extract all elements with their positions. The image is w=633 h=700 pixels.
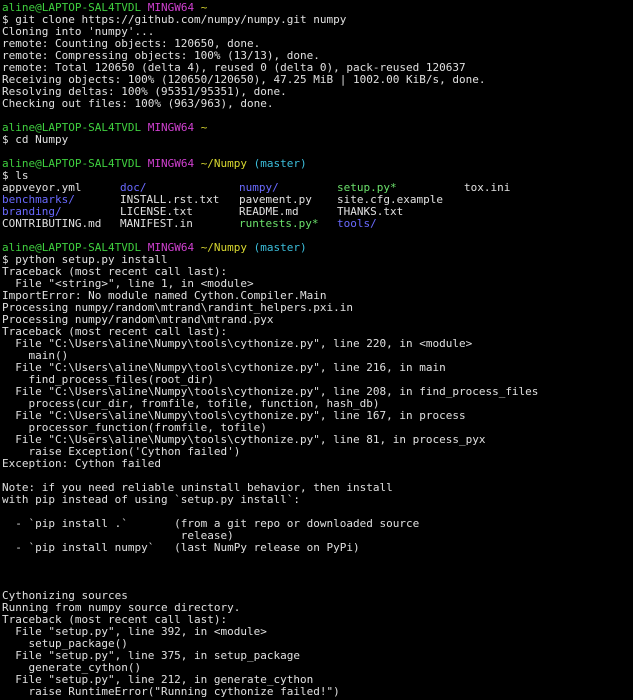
output-line: find_process_files(root_dir) xyxy=(2,374,214,386)
output-line: main() xyxy=(2,350,69,362)
prompt-shell: MINGW64 xyxy=(147,158,195,170)
output-line: Traceback (most recent call last): xyxy=(2,266,228,278)
command-line: $ cd Numpy xyxy=(2,134,633,146)
output-line: Resolving deltas: 100% (95351/95351), do… xyxy=(2,86,287,98)
output-line: File "setup.py", line 392, in <module> xyxy=(2,626,267,638)
output-line: File "C:\Users\aline\Numpy\tools\cythoni… xyxy=(2,386,539,398)
prompt-path: ~/Numpy xyxy=(200,242,248,254)
prompt-user-host: aline@LAPTOP-SAL4TVDL xyxy=(2,158,142,170)
terminal-window[interactable]: aline@LAPTOP-SAL4TVDL MINGW64 ~ $ git cl… xyxy=(0,0,633,700)
prompt-shell: MINGW64 xyxy=(147,242,195,254)
install-output: Traceback (most recent call last): File … xyxy=(2,266,633,698)
output-line: with pip instead of using `setup.py inst… xyxy=(2,494,301,506)
prompt-symbol: $ xyxy=(2,134,9,146)
output-line: Traceback (most recent call last): xyxy=(2,614,228,626)
command-line: $ python setup.py install xyxy=(2,254,633,266)
output-line: File "C:\Users\aline\Numpy\tools\cythoni… xyxy=(2,410,466,422)
output-line: setup_package() xyxy=(2,638,128,650)
output-line: File "setup.py", line 212, in generate_c… xyxy=(2,674,314,686)
prompt-path: ~ xyxy=(200,122,208,134)
ls-directory: tools/ xyxy=(337,217,377,230)
output-line: - `pip install .` (from a git repo or do… xyxy=(2,518,420,530)
output-line: File "<string>", line 1, in <module> xyxy=(2,278,254,290)
output-line: remote: Total 120650 (delta 4), reused 0… xyxy=(2,62,466,74)
output-line: File "setup.py", line 375, in setup_pack… xyxy=(2,650,301,662)
output-line: Running from numpy source directory. xyxy=(2,602,241,614)
prompt-branch: (master) xyxy=(253,242,307,254)
command-line: $ git clone https://github.com/numpy/num… xyxy=(2,14,633,26)
terminal-output: aline@LAPTOP-SAL4TVDL MINGW64 ~ $ git cl… xyxy=(2,2,633,698)
prompt-path: ~/Numpy xyxy=(200,158,248,170)
output-line: raise RuntimeError("Running cythonize fa… xyxy=(2,686,340,698)
prompt-user-host: aline@LAPTOP-SAL4TVDL xyxy=(2,122,142,134)
output-line: File "C:\Users\aline\Numpy\tools\cythoni… xyxy=(2,362,446,374)
output-line: Exception: Cython failed xyxy=(2,458,161,470)
prompt-branch: (master) xyxy=(253,158,307,170)
ls-file: MANIFEST.in xyxy=(120,217,193,230)
output-line: Processing numpy/random\mtrand\randint_h… xyxy=(2,302,353,314)
command-text: cd Numpy xyxy=(15,134,69,146)
output-line: Cythonizing sources xyxy=(2,590,128,602)
output-line: Traceback (most recent call last): xyxy=(2,326,228,338)
ls-row: CONTRIBUTING.md MANIFEST.in runtests.py*… xyxy=(2,218,633,230)
output-line: release) xyxy=(2,530,234,542)
prompt-line: aline@LAPTOP-SAL4TVDL MINGW64 ~ xyxy=(2,2,633,14)
prompt-path: ~ xyxy=(200,2,208,14)
ls-row: benchmarks/ INSTALL.rst.txt pavement.py … xyxy=(2,194,633,206)
output-line: generate_cython() xyxy=(2,662,142,674)
output-line: Checking out files: 100% (963/963), done… xyxy=(2,98,274,110)
output-line: Receiving objects: 100% (120650/120650),… xyxy=(2,74,486,86)
prompt-shell: MINGW64 xyxy=(147,122,195,134)
ls-file: tox.ini xyxy=(464,181,511,194)
output-line: File "C:\Users\aline\Numpy\tools\cythoni… xyxy=(2,434,486,446)
output-line: File "C:\Users\aline\Numpy\tools\cythoni… xyxy=(2,338,473,350)
ls-file: CONTRIBUTING.md xyxy=(2,217,102,230)
output-line: remote: Counting objects: 120650, done. xyxy=(2,38,261,50)
command-text: git clone https://github.com/numpy/numpy… xyxy=(15,14,347,26)
prompt-symbol: $ xyxy=(2,14,9,26)
command-line: $ ls xyxy=(2,170,633,182)
output-line: ImportError: No module named Cython.Comp… xyxy=(2,290,327,302)
output-line: Note: if you need reliable uninstall beh… xyxy=(2,482,393,494)
output-line: processor_function(fromfile, tofile) xyxy=(2,422,267,434)
output-line: Cloning into 'numpy'... xyxy=(2,26,155,38)
output-line: - `pip install numpy` (last NumPy releas… xyxy=(2,542,360,554)
output-line: process(cur_dir, fromfile, tofile, funct… xyxy=(2,398,380,410)
prompt-shell: MINGW64 xyxy=(147,2,195,14)
ls-row: appveyor.yml doc/ numpy/ setup.py* tox.i… xyxy=(2,182,633,194)
prompt-line: aline@LAPTOP-SAL4TVDL MINGW64 ~/Numpy (m… xyxy=(2,242,633,254)
output-line: Processing numpy/random\mtrand\mtrand.py… xyxy=(2,314,274,326)
ls-executable: runtests.py* xyxy=(239,217,319,230)
prompt-line: aline@LAPTOP-SAL4TVDL MINGW64 ~ xyxy=(2,122,633,134)
output-line: raise Exception('Cython failed') xyxy=(2,446,241,458)
output-line: remote: Compressing objects: 100% (13/13… xyxy=(2,50,320,62)
prompt-line: aline@LAPTOP-SAL4TVDL MINGW64 ~/Numpy (m… xyxy=(2,158,633,170)
prompt-user-host: aline@LAPTOP-SAL4TVDL xyxy=(2,2,142,14)
